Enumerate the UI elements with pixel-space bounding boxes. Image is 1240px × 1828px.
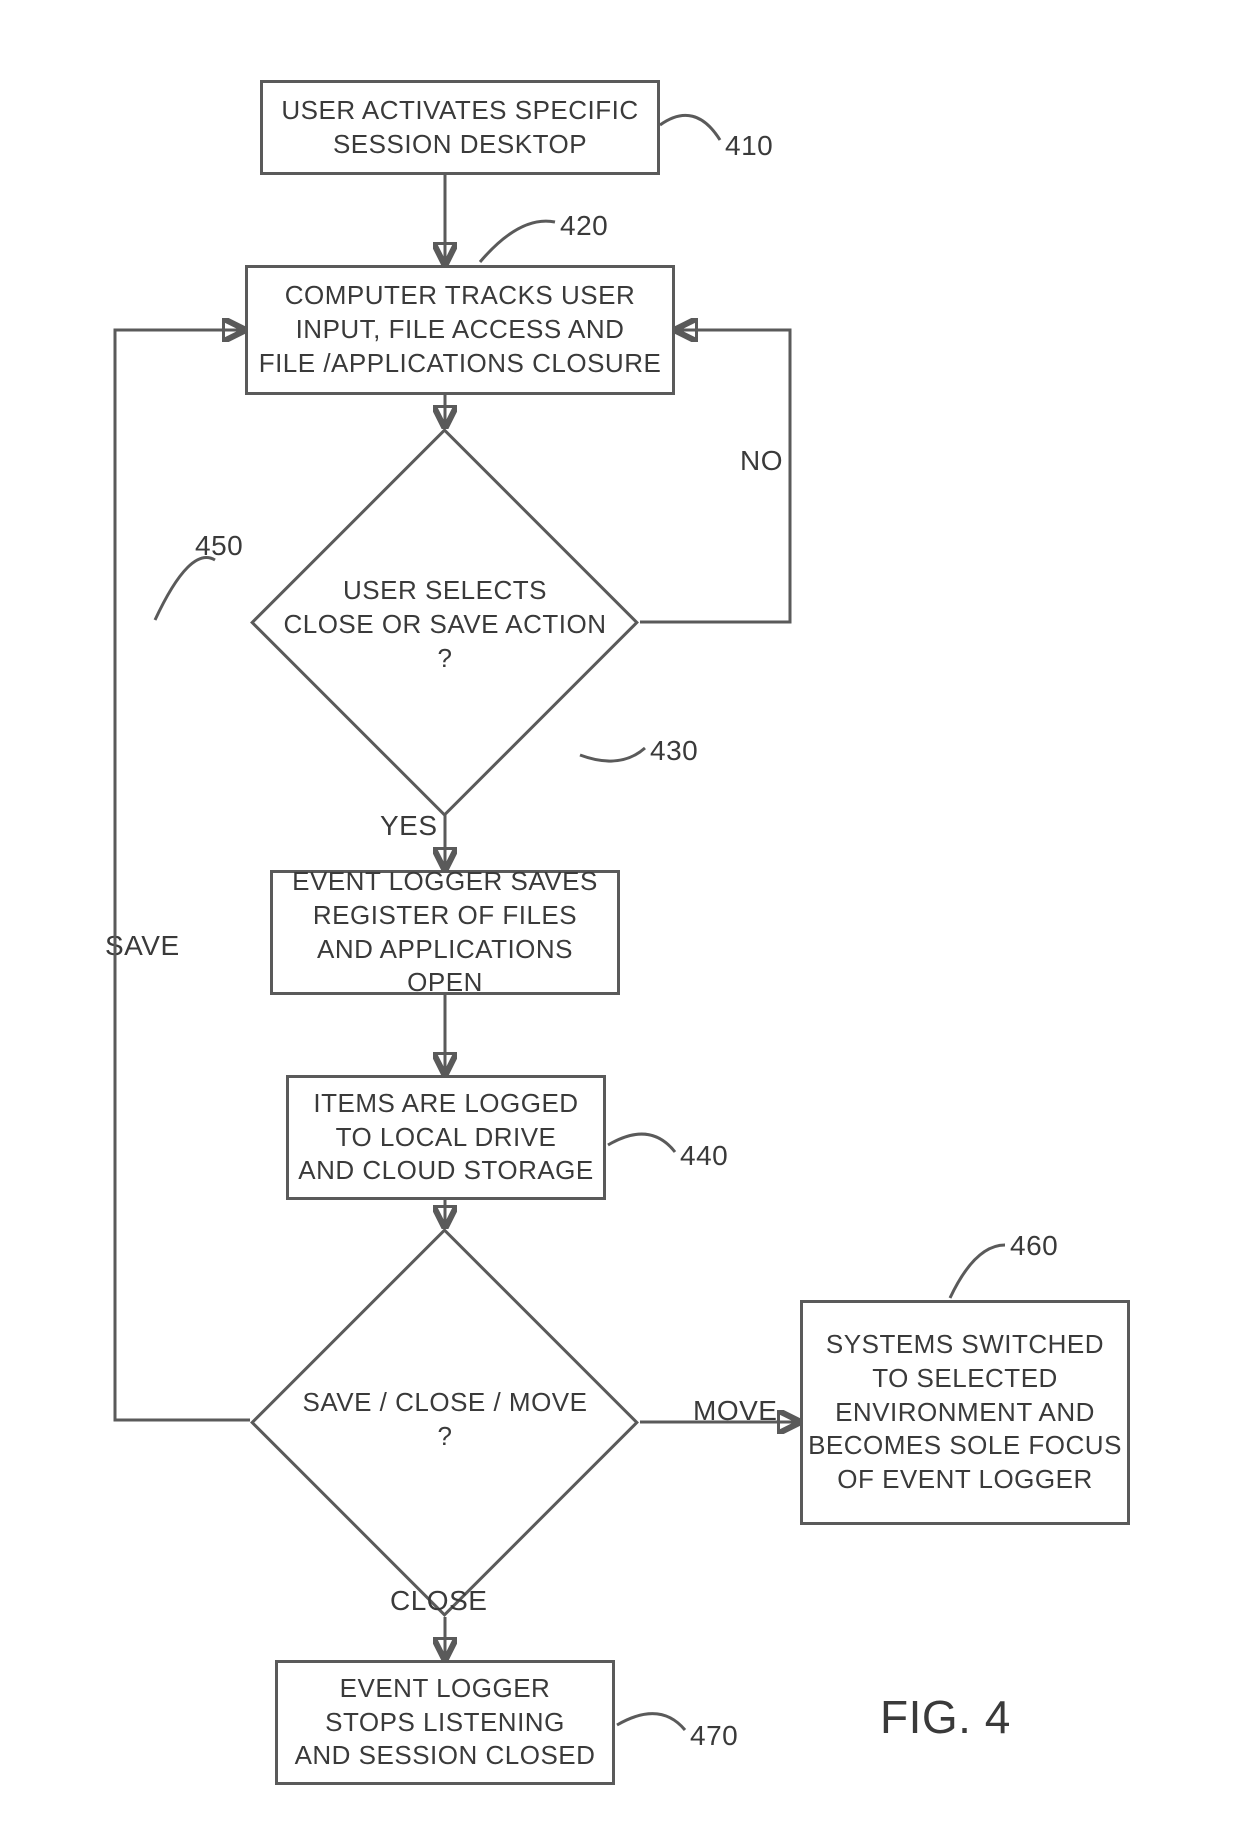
ref-410: 410 xyxy=(725,130,773,162)
ref-430: 430 xyxy=(650,735,698,767)
node-420-text: COMPUTER TRACKS USER INPUT, FILE ACCESS … xyxy=(259,279,662,380)
edge-label-no: NO xyxy=(740,445,783,477)
edge-label-save: SAVE xyxy=(105,930,180,962)
ref-470: 470 xyxy=(690,1720,738,1752)
ref-420: 420 xyxy=(560,210,608,242)
ref-440: 440 xyxy=(680,1140,728,1172)
decision-430-text: USER SELECTS CLOSE OR SAVE ACTION ? xyxy=(250,540,640,710)
node-event-logger-saves-text: EVENT LOGGER SAVES REGISTER OF FILES AND… xyxy=(277,865,613,1000)
decision-save-close-move-text: SAVE / CLOSE / MOVE ? xyxy=(260,1370,630,1470)
node-420: COMPUTER TRACKS USER INPUT, FILE ACCESS … xyxy=(245,265,675,395)
node-410-text: USER ACTIVATES SPECIFIC SESSION DESKTOP xyxy=(281,94,638,162)
node-event-logger-saves: EVENT LOGGER SAVES REGISTER OF FILES AND… xyxy=(270,870,620,995)
node-460-text: SYSTEMS SWITCHED TO SELECTED ENVIRONMENT… xyxy=(808,1328,1122,1497)
ref-450: 450 xyxy=(195,530,243,562)
edge-label-yes: YES xyxy=(380,810,438,842)
node-460: SYSTEMS SWITCHED TO SELECTED ENVIRONMENT… xyxy=(800,1300,1130,1525)
figure-label: FIG. 4 xyxy=(880,1690,1011,1744)
node-470: EVENT LOGGER STOPS LISTENING AND SESSION… xyxy=(275,1660,615,1785)
ref-460: 460 xyxy=(1010,1230,1058,1262)
flowchart-canvas: USER ACTIVATES SPECIFIC SESSION DESKTOP … xyxy=(0,0,1240,1828)
node-440-text: ITEMS ARE LOGGED TO LOCAL DRIVE AND CLOU… xyxy=(298,1087,594,1188)
node-440: ITEMS ARE LOGGED TO LOCAL DRIVE AND CLOU… xyxy=(286,1075,606,1200)
edge-label-move: MOVE xyxy=(693,1395,777,1427)
edge-label-close: CLOSE xyxy=(390,1585,487,1617)
node-470-text: EVENT LOGGER STOPS LISTENING AND SESSION… xyxy=(295,1672,596,1773)
node-410: USER ACTIVATES SPECIFIC SESSION DESKTOP xyxy=(260,80,660,175)
